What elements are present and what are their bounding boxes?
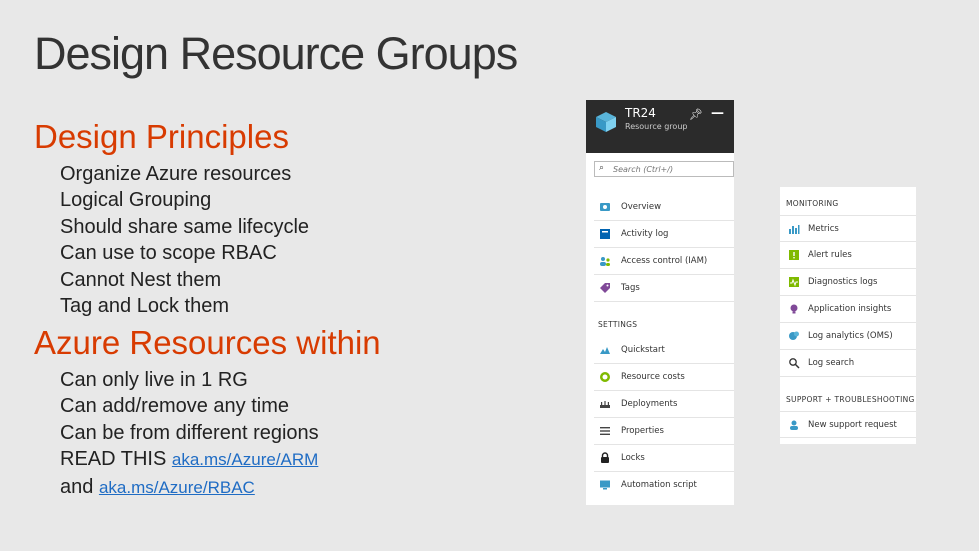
alert-icon: [789, 250, 799, 260]
activity-log-icon: [600, 229, 610, 239]
overview-icon: [600, 203, 610, 211]
menu-item-access-control[interactable]: Access control (IAM): [594, 248, 734, 275]
menu-item-log-analytics[interactable]: Log analytics (OMS): [780, 323, 916, 350]
read-this-label: READ THIS: [60, 448, 167, 471]
menu-item-log-search[interactable]: Log search: [780, 350, 916, 377]
menu-item-resource-costs[interactable]: Resource costs: [594, 364, 734, 391]
menu-item-label: Application insights: [808, 304, 892, 314]
minimize-icon[interactable]: —: [711, 106, 724, 121]
menu-item-label: Activity log: [621, 229, 669, 239]
resource-group-blade: TR24 Resource group 📌︎ — ⌕ Overview Acti…: [586, 100, 734, 505]
support-icon: [790, 420, 798, 430]
list-item: Logical Grouping: [60, 189, 212, 212]
section-heading-design-principles: Design Principles: [34, 118, 289, 155]
menu-item-properties[interactable]: Properties: [594, 418, 734, 445]
menu-item-label: Deployments: [621, 399, 678, 409]
list-item: and aka.ms/Azure/RBAC: [60, 474, 319, 501]
menu-item-label: Quickstart: [621, 345, 665, 355]
blade-title: TR24: [625, 106, 656, 120]
menu-item-application-insights[interactable]: Application insights: [780, 296, 916, 323]
list-item: Can be from different regions: [60, 421, 319, 444]
menu-item-label: Overview: [621, 202, 662, 212]
azure-resources-list: Can only live in 1 RG Can add/remove any…: [60, 367, 319, 501]
automation-icon: [600, 480, 610, 490]
rbac-link[interactable]: aka.ms/Azure/RBAC: [99, 478, 255, 497]
menu-item-label: Log search: [808, 358, 855, 368]
menu-item-label: New support request: [808, 420, 897, 430]
menu-item-tags[interactable]: Tags: [594, 275, 734, 302]
list-item: READ THIS aka.ms/Azure/ARM: [60, 446, 319, 473]
costs-icon: [600, 372, 610, 382]
list-item: Should share same lifecycle: [60, 215, 310, 238]
menu-item-label: Access control (IAM): [621, 256, 708, 266]
list-item: Can use to scope RBAC: [60, 242, 277, 265]
menu-item-deployments[interactable]: Deployments: [594, 391, 734, 418]
blade-subtitle: Resource group: [625, 122, 688, 131]
menu-item-quickstart[interactable]: Quickstart: [594, 337, 734, 364]
menu-item-locks[interactable]: Locks: [594, 445, 734, 472]
menu-item-automation-script[interactable]: Automation script: [594, 472, 734, 499]
users-icon: [600, 257, 610, 266]
support-section-label: SUPPORT + TROUBLESHOOTING: [786, 395, 915, 404]
search-box: ⌕: [594, 161, 734, 177]
list-item: Organize Azure resources: [60, 163, 292, 185]
search-input[interactable]: [613, 163, 731, 175]
settings-section-label: SETTINGS: [598, 320, 638, 329]
menu-item-metrics[interactable]: Metrics: [780, 215, 916, 242]
menu-item-label: Alert rules: [808, 250, 852, 260]
search-icon: ⌕: [599, 163, 605, 173]
monitoring-section-label: MONITORING: [786, 199, 839, 208]
menu-item-alert-rules[interactable]: Alert rules: [780, 242, 916, 269]
menu-item-label: Resource costs: [621, 372, 685, 382]
deployments-icon: [600, 401, 610, 408]
menu-item-label: Diagnostics logs: [808, 277, 878, 287]
menu-item-new-support-request[interactable]: New support request: [780, 411, 916, 438]
and-label: and: [60, 475, 94, 498]
list-item: Can add/remove any time: [60, 395, 290, 418]
list-item: Tag and Lock them: [60, 295, 229, 318]
quickstart-icon: [600, 347, 610, 354]
list-item: Cannot Nest them: [60, 268, 222, 291]
menu-item-overview[interactable]: Overview: [594, 194, 734, 221]
lightbulb-icon: [790, 304, 798, 314]
slide-title: Design Resource Groups: [34, 28, 518, 79]
menu-item-label: Log analytics (OMS): [808, 331, 893, 341]
menu-item-label: Metrics: [808, 224, 839, 234]
properties-icon: [600, 427, 610, 435]
log-analytics-icon: [789, 331, 799, 340]
menu-item-label: Properties: [621, 426, 664, 436]
menu-item-label: Automation script: [621, 480, 697, 490]
monitoring-blade: MONITORING Metrics Alert rules Diagnosti…: [780, 187, 916, 444]
tag-icon: [600, 283, 610, 293]
cube-icon: [596, 112, 616, 132]
metrics-icon: [789, 225, 800, 234]
arm-link[interactable]: aka.ms/Azure/ARM: [172, 450, 318, 469]
list-item: Can only live in 1 RG: [60, 369, 248, 391]
blade-header: TR24 Resource group 📌︎ —: [586, 100, 734, 153]
menu-item-label: Tags: [621, 283, 640, 293]
section-heading-azure-resources: Azure Resources within: [34, 324, 381, 361]
diagnostics-icon: [789, 277, 799, 287]
pin-icon[interactable]: 📌︎: [689, 108, 703, 121]
menu-item-diagnostics-logs[interactable]: Diagnostics logs: [780, 269, 916, 296]
design-principles-list: Organize Azure resources Logical Groupin…: [60, 161, 309, 319]
menu-item-label: Locks: [621, 453, 645, 463]
menu-item-activity-log[interactable]: Activity log: [594, 221, 734, 248]
lock-icon: [601, 452, 609, 463]
search-icon: [789, 358, 800, 369]
